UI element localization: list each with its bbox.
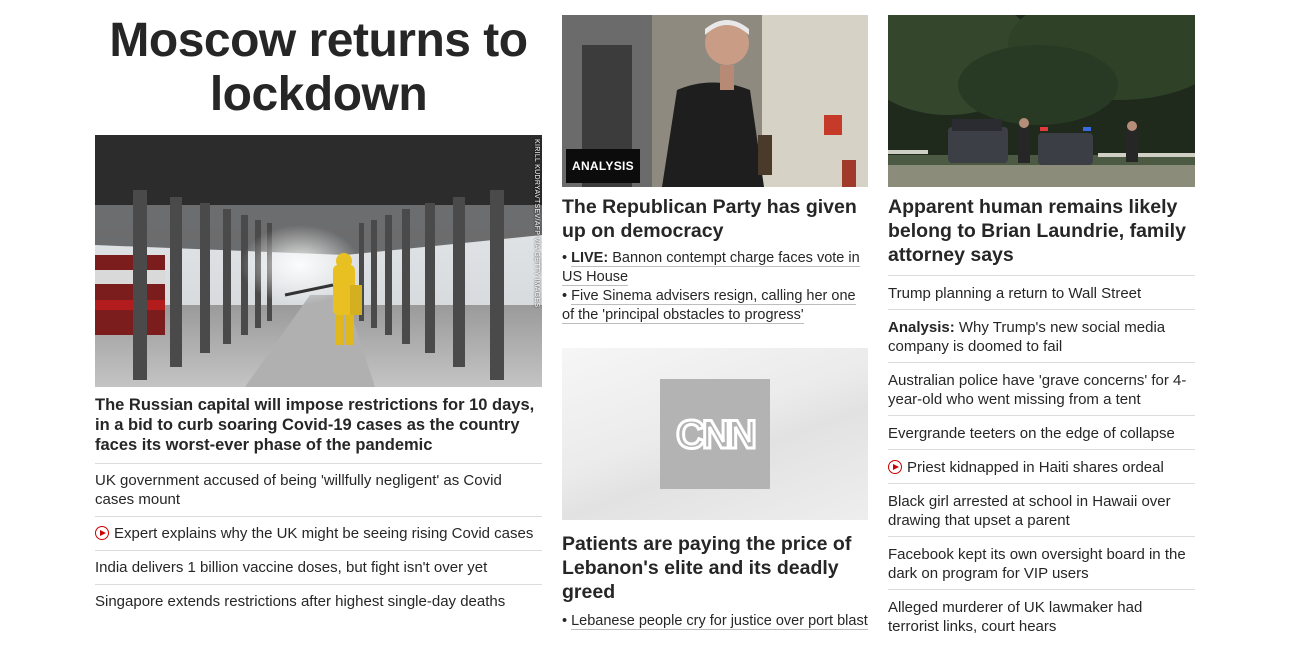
analysis-badge: ANALYSIS: [566, 149, 640, 183]
list-item-text[interactable]: Australian police have 'grave concerns' …: [888, 372, 1186, 408]
list-item-text[interactable]: Trump planning a return to Wall Street: [888, 285, 1141, 302]
lebanon-story: CNN Patients are paying the price of Leb…: [562, 348, 868, 631]
lead-story: Moscow returns to lockdown KIRILL KUDRYA…: [95, 14, 542, 618]
list-item-text[interactable]: Alleged murderer of UK lawmaker had terr…: [888, 599, 1142, 635]
play-video-icon: [95, 526, 109, 540]
list-item[interactable]: Black girl arrested at school in Hawaii …: [888, 483, 1195, 536]
lead-image[interactable]: KIRILL KUDRYAVTSEV/AFP VIA GETTY IMAGES: [95, 135, 542, 387]
list-item[interactable]: Evergrande teeters on the edge of collap…: [888, 415, 1195, 449]
list-item-text[interactable]: UK government accused of being 'willfull…: [95, 472, 502, 508]
bannon-related-list: • LIVE: Bannon contempt charge faces vot…: [562, 249, 868, 325]
middle-column: ANALYSIS The Republican Party has given …: [562, 15, 868, 631]
cnn-logo-placeholder: CNN: [660, 379, 770, 489]
list-item-text[interactable]: Singapore extends restrictions after hig…: [95, 593, 505, 610]
lead-headline[interactable]: Moscow returns to lockdown: [95, 14, 542, 134]
right-related-list: Trump planning a return to Wall Street A…: [888, 275, 1195, 642]
lebanon-image[interactable]: CNN: [562, 348, 868, 520]
list-item[interactable]: Singapore extends restrictions after hig…: [95, 584, 542, 618]
list-item-text[interactable]: Evergrande teeters on the edge of collap…: [888, 425, 1175, 442]
list-item[interactable]: Expert explains why the UK might be seei…: [95, 516, 542, 550]
lebanon-related-list: • Lebanese people cry for justice over p…: [562, 612, 868, 631]
bannon-story: ANALYSIS The Republican Party has given …: [562, 15, 868, 325]
lead-related-list: UK government accused of being 'willfull…: [95, 463, 542, 618]
list-item-text[interactable]: Black girl arrested at school in Hawaii …: [888, 493, 1171, 529]
list-item[interactable]: • LIVE: Bannon contempt charge faces vot…: [562, 249, 868, 287]
list-item-text[interactable]: Five Sinema advisers resign, calling her…: [562, 288, 856, 324]
laundrie-story: Apparent human remains likely belong to …: [888, 15, 1195, 642]
list-item[interactable]: Priest kidnapped in Haiti shares ordeal: [888, 449, 1195, 483]
list-item[interactable]: • Lebanese people cry for justice over p…: [562, 612, 868, 631]
police-vehicles-photo: [888, 15, 1195, 187]
right-column: Apparent human remains likely belong to …: [888, 15, 1195, 642]
svg-text:CNN: CNN: [676, 413, 755, 456]
list-item[interactable]: Alleged murderer of UK lawmaker had terr…: [888, 589, 1195, 642]
list-item[interactable]: Facebook kept its own oversight board in…: [888, 536, 1195, 589]
laundrie-headline[interactable]: Apparent human remains likely belong to …: [888, 195, 1195, 267]
live-label: LIVE:: [571, 250, 609, 266]
image-credit: KIRILL KUDRYAVTSEV/AFP VIA GETTY IMAGES: [533, 139, 540, 308]
cnn-logo-icon: CNN: [675, 412, 760, 456]
train-station-disinfection-image: [95, 135, 542, 387]
bannon-image[interactable]: ANALYSIS: [562, 15, 868, 187]
bannon-headline[interactable]: The Republican Party has given up on dem…: [562, 195, 868, 243]
analysis-label: Analysis:: [888, 319, 955, 336]
list-item-text[interactable]: Facebook kept its own oversight board in…: [888, 546, 1186, 582]
list-item[interactable]: • Five Sinema advisers resign, calling h…: [562, 287, 868, 325]
list-item[interactable]: Trump planning a return to Wall Street: [888, 275, 1195, 309]
list-item[interactable]: Analysis: Why Trump's new social media c…: [888, 309, 1195, 362]
list-item-text[interactable]: Lebanese people cry for justice over por…: [571, 613, 868, 630]
lead-summary[interactable]: The Russian capital will impose restrict…: [95, 395, 542, 463]
lebanon-headline[interactable]: Patients are paying the price of Lebanon…: [562, 532, 868, 604]
list-item-text[interactable]: India delivers 1 billion vaccine doses, …: [95, 559, 487, 576]
list-item[interactable]: UK government accused of being 'willfull…: [95, 463, 542, 516]
list-item[interactable]: India delivers 1 billion vaccine doses, …: [95, 550, 542, 584]
list-item-text[interactable]: Priest kidnapped in Haiti shares ordeal: [907, 459, 1164, 476]
list-item-text[interactable]: Expert explains why the UK might be seei…: [114, 525, 533, 542]
laundrie-image[interactable]: [888, 15, 1195, 187]
list-item[interactable]: Australian police have 'grave concerns' …: [888, 362, 1195, 415]
play-video-icon: [888, 460, 902, 474]
